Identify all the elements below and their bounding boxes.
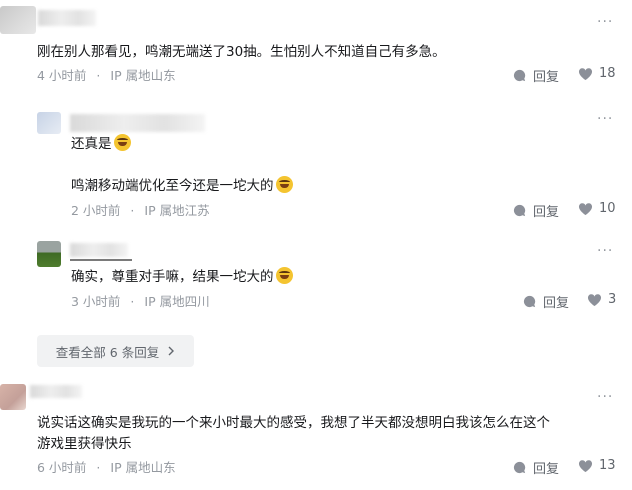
reply-time: 2 小时前 <box>71 203 121 218</box>
heart-icon <box>578 459 593 472</box>
comment-ip: IP 属地山东 <box>110 68 176 83</box>
comment-text-continued: 游戏里获得快乐 <box>37 436 132 452</box>
comment-ip: IP 属地山东 <box>110 460 176 475</box>
grinning-squint-emoji <box>275 267 293 284</box>
heart-icon <box>578 67 593 80</box>
like-count: 10 <box>599 201 616 216</box>
reply-text: 鸣潮移动端优化至今还是一坨大的 <box>71 176 293 196</box>
more-dots-icon[interactable]: ··· <box>597 14 613 30</box>
view-all-label: 查看全部 6 条回复 <box>55 344 160 360</box>
reply-bubble-icon <box>523 295 536 308</box>
reply-label: 回复 <box>533 70 560 85</box>
reply-ip: IP 属地江苏 <box>144 203 210 218</box>
chevron-right-icon <box>168 346 175 356</box>
more-dots-icon[interactable]: ··· <box>597 243 613 259</box>
grinning-squint-emoji <box>275 176 293 193</box>
reply-button[interactable]: 回复 <box>522 292 569 311</box>
reply-label: 回复 <box>533 205 560 220</box>
reply-ip: IP 属地四川 <box>144 294 210 309</box>
view-all-replies-button[interactable]: 查看全部 6 条回复 <box>37 335 194 367</box>
reply-meta: 2 小时前 · IP 属地江苏 <box>71 203 210 218</box>
avatar[interactable] <box>0 384 26 410</box>
like-button[interactable]: 10 <box>578 201 616 216</box>
reply-username[interactable] <box>70 114 205 132</box>
reply-time: 3 小时前 <box>71 294 121 309</box>
comment-text: 说实话这确实是我玩的一个来小时最大的感受，我想了半天都没想明白我该怎么在这个 <box>37 415 550 431</box>
reply-username[interactable] <box>70 243 128 257</box>
reply-button[interactable]: 回复 <box>512 201 559 220</box>
reply-bubble-icon <box>513 204 526 217</box>
like-button[interactable]: 3 <box>587 292 616 307</box>
like-count: 3 <box>608 292 617 307</box>
username[interactable] <box>30 385 82 398</box>
grinning-squint-emoji <box>113 134 131 151</box>
reply-button[interactable]: 回复 <box>512 66 559 85</box>
heart-icon <box>587 293 602 306</box>
reply-label: 回复 <box>533 462 560 477</box>
username[interactable] <box>38 10 96 26</box>
comment-meta: 4 小时前 · IP 属地山东 <box>37 68 176 83</box>
reply-avatar[interactable] <box>37 241 61 267</box>
comment-time: 4 小时前 <box>37 68 87 83</box>
like-button[interactable]: 13 <box>578 458 616 473</box>
reply-text: 确实，尊重对手嘛，结果一坨大的 <box>71 267 293 287</box>
reply-label: 回复 <box>543 296 570 311</box>
reply-username-underline <box>70 259 132 261</box>
comment-text: 刚在别人那看见，鸣潮无端送了30抽。生怕别人不知道自己有多急。 <box>37 44 446 60</box>
reply-meta: 3 小时前 · IP 属地四川 <box>71 294 210 309</box>
like-button[interactable]: 18 <box>578 66 616 81</box>
comment-meta: 6 小时前 · IP 属地山东 <box>37 460 176 475</box>
more-dots-icon[interactable]: ··· <box>597 111 613 127</box>
reply-bubble-icon <box>513 69 526 82</box>
reply-bubble-icon <box>513 461 526 474</box>
reply-avatar[interactable] <box>37 112 61 134</box>
comment-time: 6 小时前 <box>37 460 87 475</box>
reply-button[interactable]: 回复 <box>512 458 559 477</box>
heart-icon <box>578 202 593 215</box>
more-dots-icon[interactable]: ··· <box>597 389 613 405</box>
avatar[interactable] <box>0 6 36 34</box>
reply-text: 还真是 <box>71 134 131 154</box>
like-count: 18 <box>599 66 616 81</box>
like-count: 13 <box>599 458 616 473</box>
